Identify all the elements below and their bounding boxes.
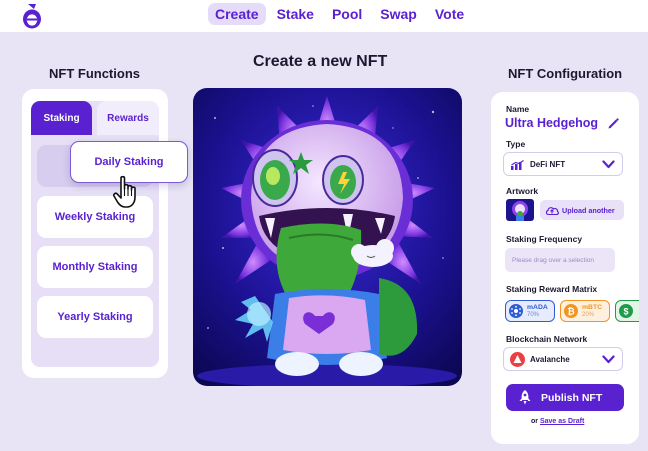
btc-coin-icon: ₿ [564,304,578,318]
page-title: Create a new NFT [253,53,388,70]
tab-rewards[interactable]: Rewards [97,101,159,135]
staking-frequency-label: Staking Frequency [506,234,583,244]
publish-nft-label: Publish NFT [541,392,603,404]
type-label: Type [506,139,526,149]
staking-frequency-dropzone[interactable]: Please drag over a selection [505,248,615,272]
nav-stake[interactable]: Stake [270,3,321,25]
chevron-down-icon [602,160,615,169]
nav-vote[interactable]: Vote [428,3,471,25]
reward-matrix-label: Staking Reward Matrix [506,284,598,294]
artwork-thumbnail[interactable] [506,199,534,221]
token-mada-percent: 70% [527,312,540,318]
avalanche-icon [510,352,525,367]
ada-coin-icon [509,304,523,318]
rocket-icon [519,390,531,405]
chart-icon [511,160,524,170]
nft-artwork-preview [193,88,462,386]
monthly-staking-option[interactable]: Monthly Staking [37,246,153,288]
nft-functions-panel: Staking Rewards Weekly Staking Monthly S… [22,89,168,378]
token-mbtc[interactable]: ₿ mBTC 20% [560,300,610,322]
top-navigation-bar: Create Stake Pool Swap Vote [0,0,648,32]
chevron-down-icon [602,355,615,364]
svg-text:₿: ₿ [567,307,574,317]
nft-name-value[interactable]: Ultra Hedgehog [505,116,598,130]
upload-another-label: Upload another [562,205,615,215]
logo-icon[interactable] [22,3,42,29]
main-nav: Create Stake Pool Swap Vote [208,3,471,25]
artwork-label: Artwork [506,186,539,196]
pencil-icon[interactable] [607,117,620,130]
nft-configuration-title: NFT Configuration [508,66,623,81]
reward-matrix-tokens: mADA 70% ₿ mBTC 20% $ [505,299,639,323]
nft-functions-title: NFT Functions [49,66,140,81]
nft-configuration-panel: Name Ultra Hedgehog Type DeFi NFT Artwor… [491,92,639,444]
draft-prefix: or [531,418,538,425]
blockchain-network-label: Blockchain Network [506,334,588,344]
token-usd[interactable]: $ [615,300,639,322]
token-mbtc-symbol: mBTC [582,304,603,311]
dollar-coin-icon: $ [619,304,633,318]
save-draft-row: or Save as Draft [531,418,584,425]
publish-nft-button[interactable]: Publish NFT [506,384,624,411]
save-as-draft-link[interactable]: Save as Draft [540,418,584,425]
token-mada[interactable]: mADA 70% [505,300,555,322]
hand-cursor-icon [112,175,136,208]
type-select-value: DeFi NFT [530,160,566,169]
nav-pool[interactable]: Pool [325,3,369,25]
type-select[interactable]: DeFi NFT [503,152,623,176]
name-label: Name [506,104,530,114]
svg-text:$: $ [623,307,628,317]
cloud-upload-icon [545,206,559,215]
token-mbtc-percent: 20% [582,312,595,318]
network-select-value: Avalanche [530,355,570,364]
nav-swap[interactable]: Swap [373,3,424,25]
yearly-staking-option[interactable]: Yearly Staking [37,296,153,338]
network-select[interactable]: Avalanche [503,347,623,371]
token-mada-symbol: mADA [527,304,548,311]
nav-create[interactable]: Create [208,3,266,25]
upload-another-button[interactable]: Upload another [540,200,624,220]
tab-staking[interactable]: Staking [31,101,92,135]
